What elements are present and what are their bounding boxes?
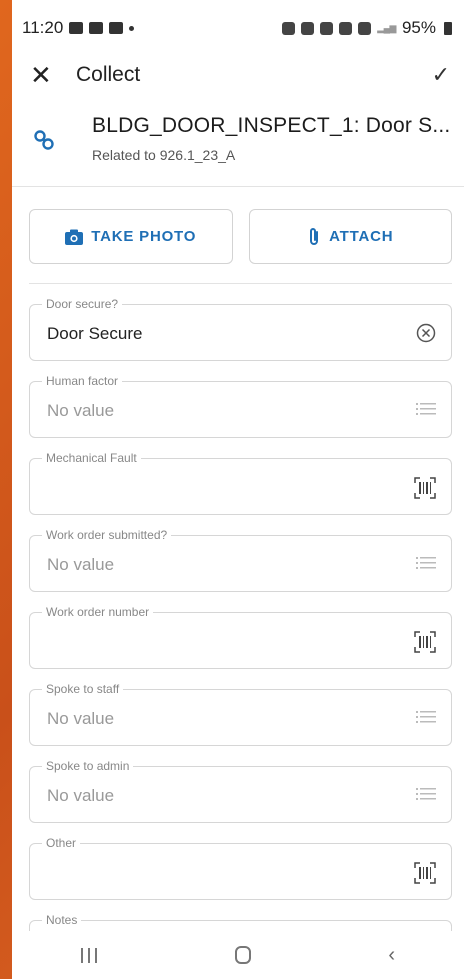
gallery-icon [69, 22, 84, 34]
field-spoke-to-admin[interactable]: Spoke to admin No value [29, 759, 452, 823]
list-icon [416, 785, 436, 808]
home-icon[interactable] [234, 946, 251, 964]
system-nav-bar: ‹ [12, 931, 464, 979]
field-label: Spoke to staff [42, 682, 124, 696]
form-fields: Door secure? Door Secure Human factor No… [12, 284, 464, 977]
field-mechanical-fault[interactable]: Mechanical Fault [29, 451, 452, 515]
status-right: ▂▄▆ 95% [282, 18, 452, 38]
field-label: Human factor [42, 374, 123, 388]
recent-apps-icon[interactable] [80, 947, 97, 963]
field-value: No value [47, 555, 115, 574]
barcode-icon[interactable] [414, 631, 436, 658]
cloud-icon [109, 22, 124, 34]
location-icon [339, 21, 353, 35]
field-value: No value [47, 401, 115, 420]
page-title: Collect [76, 63, 141, 86]
attach-button[interactable]: ATTACH [248, 209, 452, 264]
status-bar: 11:20 ▂▄▆ 95% [12, 0, 464, 56]
list-icon [416, 554, 436, 577]
field-other[interactable]: Other [29, 836, 452, 900]
phone-screen: 11:20 ▂▄▆ 95% ✕ Collect ✓ BLDG_DOOR_INSP… [12, 0, 464, 979]
field-door-secure[interactable]: Door secure? Door Secure [29, 297, 452, 361]
barcode-icon[interactable] [414, 477, 436, 504]
battery-percent: 95% [401, 18, 436, 37]
battery-icon [444, 21, 452, 35]
close-icon[interactable]: ✕ [30, 62, 76, 88]
status-time: 11:20 [22, 18, 64, 37]
field-spoke-to-staff[interactable]: Spoke to staff No value [29, 682, 452, 746]
field-human-factor[interactable]: Human factor No value [29, 374, 452, 438]
back-icon[interactable]: ‹ [388, 944, 395, 967]
field-label: Spoke to admin [42, 759, 134, 773]
paperclip-icon [310, 227, 319, 245]
app-bar: ✕ Collect ✓ [12, 56, 464, 94]
wifi-icon [358, 21, 372, 35]
check-icon[interactable]: ✓ [432, 62, 450, 88]
bluetooth-icon [301, 21, 315, 35]
record-header: BLDG_DOOR_INSPECT_1: Door S... Related t… [12, 94, 464, 186]
barcode-icon[interactable] [414, 862, 436, 889]
clear-icon[interactable] [416, 323, 436, 348]
field-value: Door Secure [47, 324, 143, 343]
field-value: No value [47, 709, 115, 728]
field-label: Notes [42, 913, 82, 927]
alarm-icon [282, 21, 296, 35]
notification-icon [89, 22, 104, 34]
status-left: 11:20 [22, 18, 135, 38]
attach-label: ATTACH [329, 228, 394, 245]
record-subtitle: Related to 926.1_23_A [92, 147, 236, 163]
list-icon [416, 400, 436, 423]
take-photo-label: TAKE PHOTO [91, 228, 197, 245]
camera-icon [65, 229, 84, 245]
signal-icon: ▂▄▆ [377, 22, 396, 33]
dot-icon [129, 25, 135, 31]
field-label: Mechanical Fault [42, 451, 141, 465]
field-label: Work order submitted? [42, 528, 172, 542]
field-value: No value [47, 786, 115, 805]
link-icon [32, 128, 70, 186]
field-work-order-submitted[interactable]: Work order submitted? No value [29, 528, 452, 592]
record-title: BLDG_DOOR_INSPECT_1: Door S... [92, 114, 451, 137]
field-work-order-number[interactable]: Work order number [29, 605, 452, 669]
list-icon [416, 708, 436, 731]
field-label: Work order number [42, 605, 154, 619]
field-label: Other [42, 836, 81, 850]
action-buttons: TAKE PHOTO ATTACH [12, 187, 464, 264]
mute-icon [320, 21, 334, 35]
take-photo-button[interactable]: TAKE PHOTO [29, 209, 233, 264]
field-label: Door secure? [42, 297, 123, 311]
